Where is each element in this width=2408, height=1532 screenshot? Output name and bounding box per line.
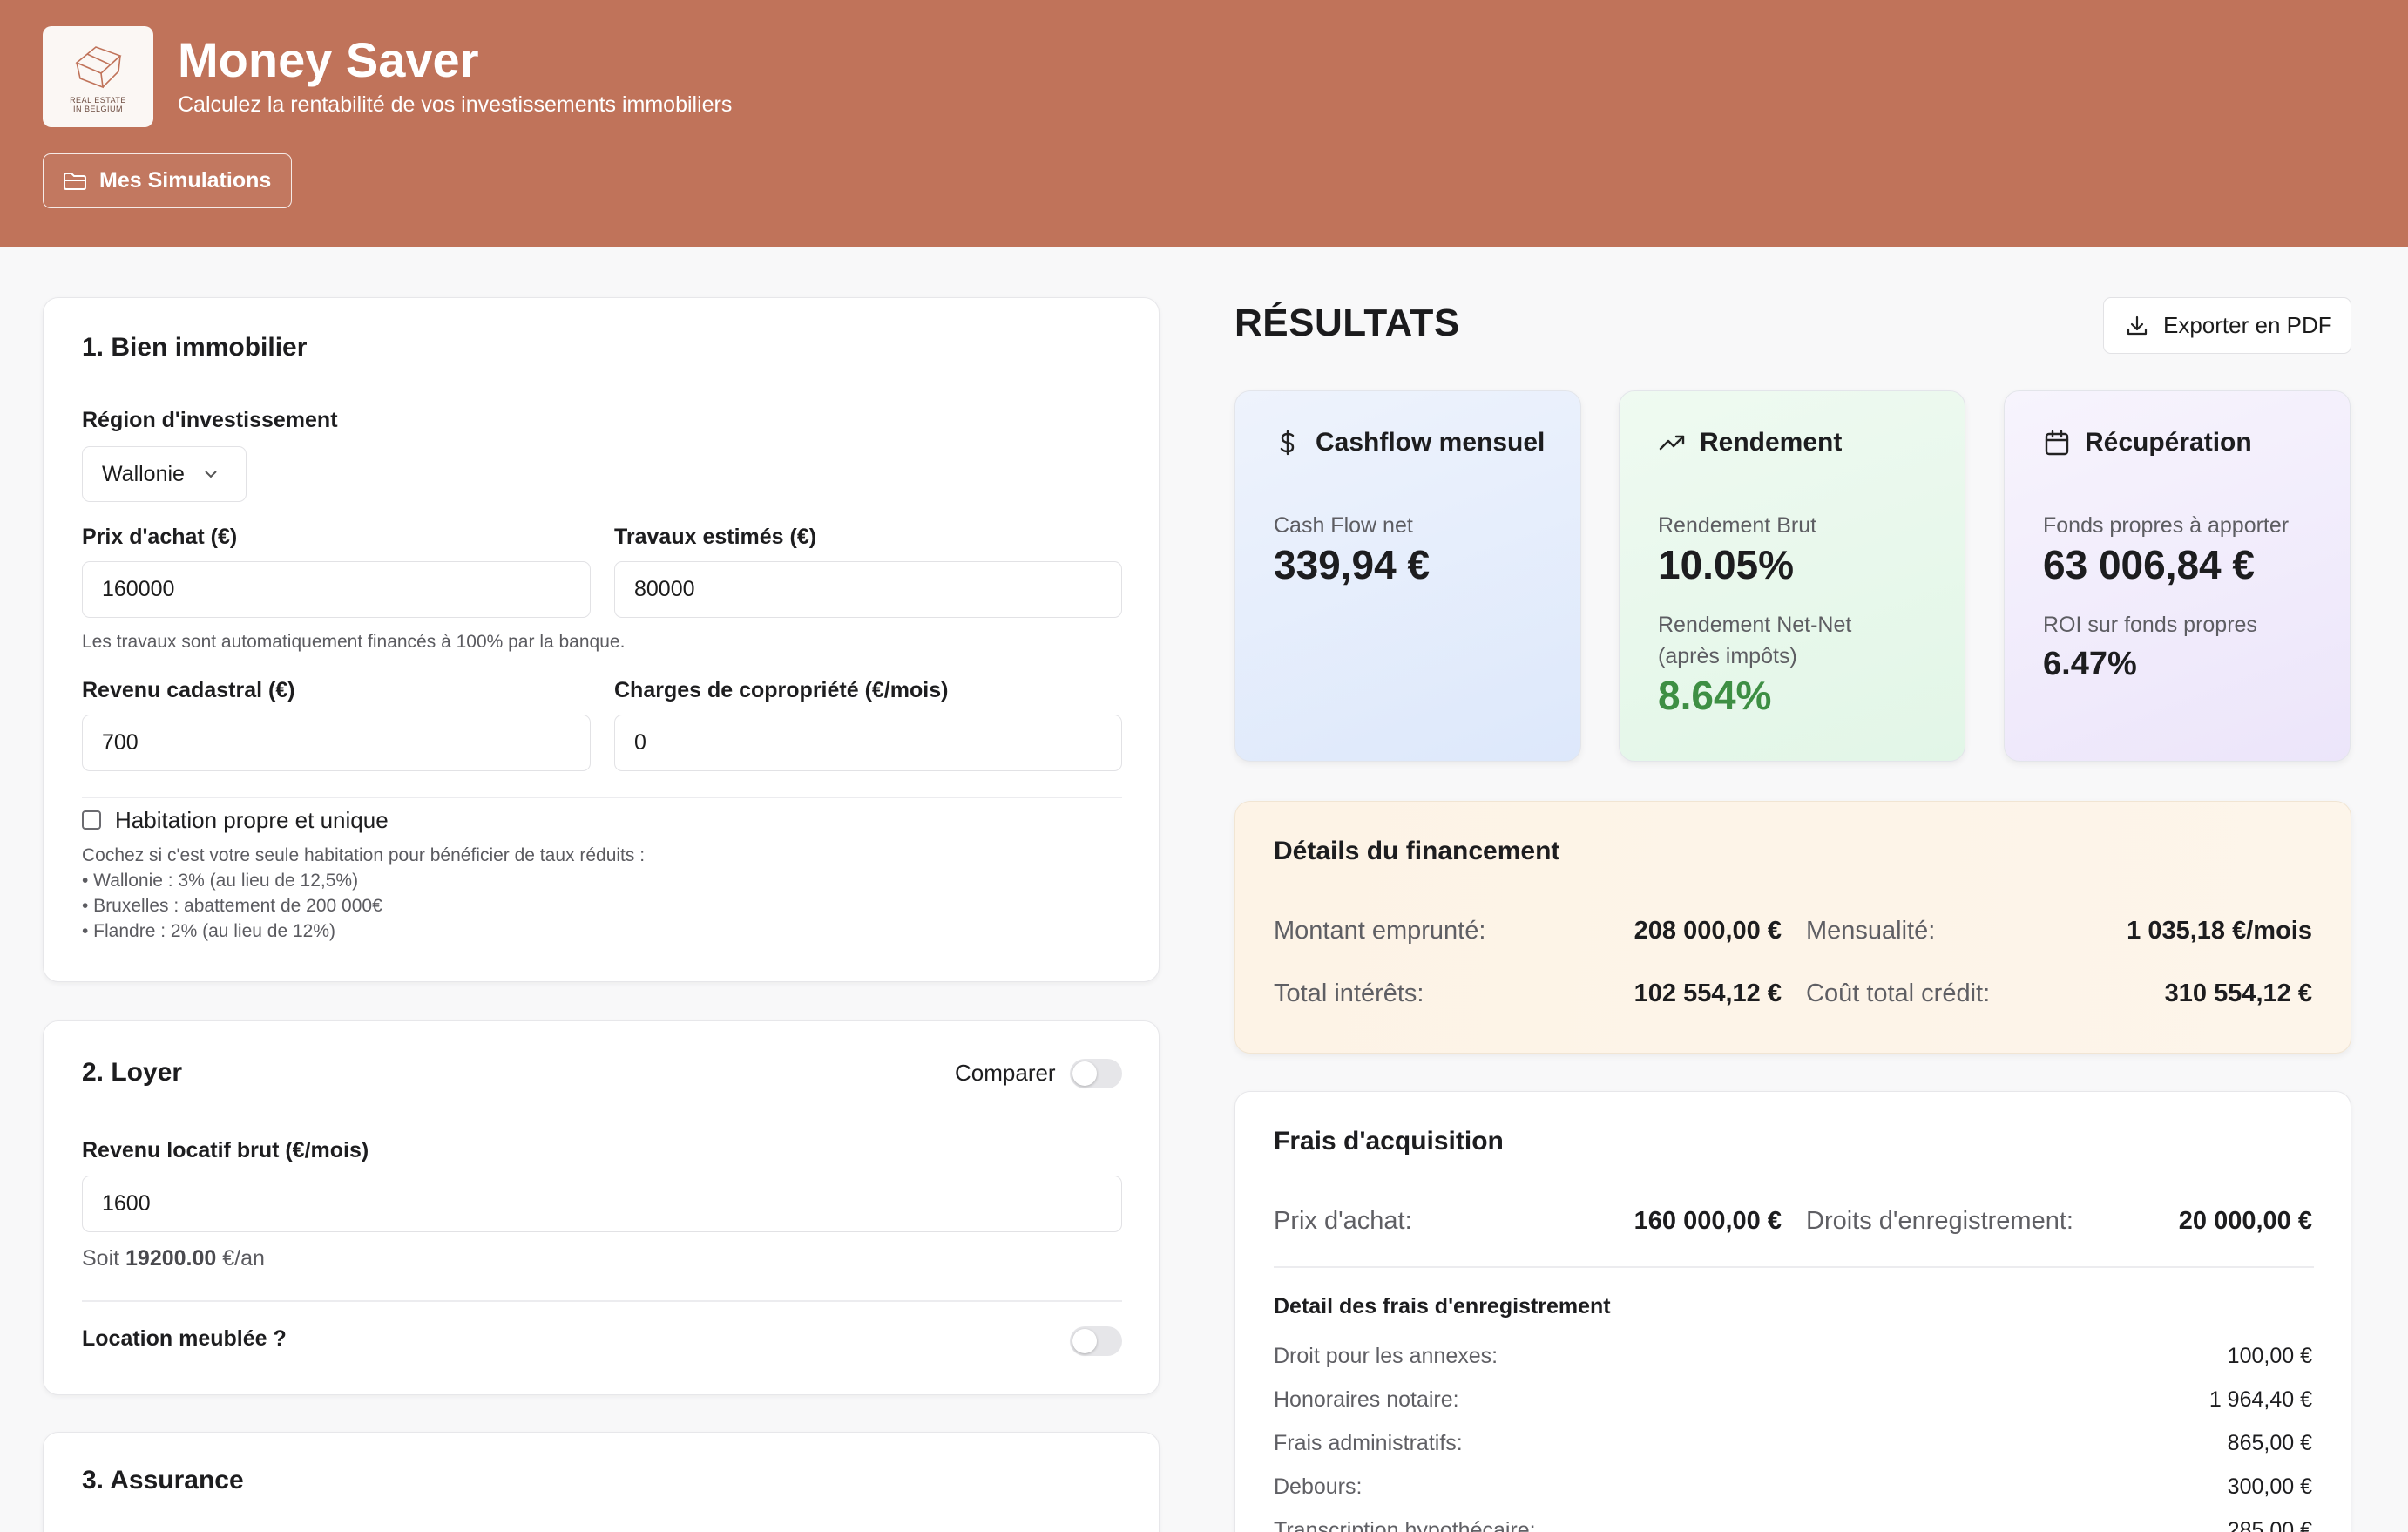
rent-card: 2. Loyer Comparer Revenu locatif brut (€… — [43, 1020, 1160, 1395]
detail-row-label: Frais administratifs: — [1274, 1431, 1463, 1455]
furnished-label: Location meublée ? — [82, 1326, 287, 1351]
detail-row-value: 865,00 € — [2227, 1431, 2312, 1455]
detail-row-label: Debours: — [1274, 1474, 1363, 1499]
rent-divider — [82, 1300, 1122, 1302]
results-title: RÉSULTATS — [1234, 302, 1460, 344]
cashflow-kpi-card: Cashflow mensuel Cash Flow net 339,94 € — [1234, 390, 1581, 762]
total-credit-cost-value: 310 554,12 € — [2164, 980, 2312, 1007]
detail-row-label: Honoraires notaire: — [1274, 1387, 1459, 1412]
roi-label: ROI sur fonds propres — [2043, 613, 2257, 637]
acquisition-divider — [1274, 1266, 2314, 1268]
primary-residence-hint: Cochez si c'est votre seule habitation p… — [82, 845, 646, 941]
detail-row-label: Droit pour les annexes: — [1274, 1344, 1498, 1368]
registration-detail-title: Detail des frais d'enregistrement — [1274, 1294, 1611, 1318]
net-net-yield-value: 8.64% — [1658, 673, 1772, 718]
roi-value: 6.47% — [2043, 646, 2137, 682]
folder-icon — [64, 172, 86, 190]
my-simulations-button[interactable]: Mes Simulations — [43, 153, 292, 208]
property-divider — [82, 797, 1122, 798]
registration-duties-value: 20 000,00 € — [2178, 1207, 2312, 1235]
monthly-payment-label: Mensualité: — [1806, 917, 1936, 945]
annual-rent-text: Soit 19200.00 €/an — [82, 1246, 265, 1271]
purchase-price-label: Prix d'achat (€) — [82, 525, 238, 549]
detail-row-value: 300,00 € — [2227, 1474, 2312, 1499]
detail-row-label: Transcription hypothécaire: — [1274, 1518, 1536, 1532]
property-card-title: 1. Bien immobilier — [82, 333, 308, 362]
acq-price-label: Prix d'achat: — [1274, 1207, 1412, 1235]
brand-logo: REAL ESTATE IN BELGIUM — [43, 26, 153, 127]
net-net-yield-label: Rendement Net-Net (après impôts) — [1658, 613, 1852, 668]
equity-value: 63 006,84 € — [2043, 542, 2256, 587]
chevron-down-icon — [205, 471, 217, 478]
region-select[interactable]: Wallonie — [82, 446, 247, 502]
primary-residence-label[interactable]: Habitation propre et unique — [115, 807, 389, 834]
cadastral-income-input[interactable]: 700 — [82, 715, 591, 771]
total-interest-label: Total intérêts: — [1274, 980, 1424, 1007]
primary-residence-checkbox[interactable] — [82, 810, 101, 830]
acquisition-card-title: Frais d'acquisition — [1274, 1127, 1504, 1156]
purchase-price-input[interactable]: 160000 — [82, 561, 591, 618]
cashflow-net-value: 339,94 € — [1274, 542, 1431, 587]
property-card: 1. Bien immobilier Région d'investisseme… — [43, 297, 1160, 982]
my-simulations-label: Mes Simulations — [99, 168, 272, 193]
total-interest-value: 102 554,12 € — [1634, 980, 1782, 1007]
app-subtitle: Calculez la rentabilité de vos investiss… — [178, 92, 733, 117]
region-label: Région d'investissement — [82, 408, 338, 432]
financing-card: Détails du financement Montant emprunté:… — [1234, 801, 2351, 1054]
compare-label: Comparer — [955, 1060, 1056, 1086]
yield-kpi-header: Rendement — [1658, 428, 1842, 458]
export-pdf-button[interactable]: Exporter en PDF — [2103, 297, 2351, 354]
rent-card-title: 2. Loyer — [82, 1058, 183, 1087]
recovery-kpi-card: Récupération Fonds propres à apporter 63… — [2004, 390, 2351, 762]
condo-charges-label: Charges de copropriété (€/mois) — [614, 678, 949, 702]
monthly-payment-value: 1 035,18 €/mois — [2127, 917, 2312, 945]
acquisition-costs-card: Frais d'acquisition Prix d'achat: 160 00… — [1234, 1091, 2351, 1532]
cadastral-income-label: Revenu cadastral (€) — [82, 678, 295, 702]
download-icon — [2127, 315, 2148, 335]
furnished-toggle[interactable] — [1070, 1326, 1122, 1356]
works-hint: Les travaux sont automatiquement financé… — [82, 632, 626, 652]
recovery-kpi-title: Récupération — [2085, 428, 2252, 457]
rental-income-input[interactable]: 1600 — [82, 1176, 1122, 1232]
yield-kpi-title: Rendement — [1700, 428, 1843, 457]
acq-price-value: 160 000,00 € — [1634, 1207, 1782, 1235]
trending-up-icon — [1659, 435, 1685, 451]
insurance-card: 3. Assurance — [43, 1432, 1160, 1532]
detail-row-value: 100,00 € — [2227, 1344, 2312, 1368]
calendar-icon — [2045, 430, 2069, 456]
dollar-icon — [1280, 430, 1295, 456]
app-title: Money Saver — [178, 32, 479, 87]
insurance-card-title: 3. Assurance — [82, 1466, 244, 1495]
logo-text: REAL ESTATE IN BELGIUM — [70, 96, 126, 113]
app-header: REAL ESTATE IN BELGIUM Money Saver Calcu… — [0, 0, 2408, 247]
loan-amount-value: 208 000,00 € — [1634, 917, 1782, 945]
export-pdf-label: Exporter en PDF — [2163, 312, 2332, 338]
house-cube-icon — [74, 46, 122, 89]
total-credit-cost-label: Coût total crédit: — [1806, 980, 1991, 1007]
annual-rent-amount: 19200.00 — [125, 1246, 217, 1271]
condo-charges-input[interactable]: 0 — [614, 715, 1122, 771]
detail-row-value: 285,00 € — [2227, 1518, 2312, 1532]
detail-row-value: 1 964,40 € — [2208, 1387, 2312, 1412]
equity-label: Fonds propres à apporter — [2043, 513, 2290, 538]
cashflow-kpi-title: Cashflow mensuel — [1316, 428, 1546, 457]
financing-card-title: Détails du financement — [1274, 837, 1560, 865]
yield-kpi-card: Rendement Rendement Brut 10.05% Rendemen… — [1619, 390, 1965, 762]
gross-yield-label: Rendement Brut — [1658, 513, 1817, 538]
works-label: Travaux estimés (€) — [614, 525, 817, 549]
cashflow-kpi-header: Cashflow mensuel — [1274, 428, 1545, 458]
rental-income-label: Revenu locatif brut (€/mois) — [82, 1138, 369, 1163]
gross-yield-value: 10.05% — [1658, 542, 1795, 587]
registration-duties-label: Droits d'enregistrement: — [1806, 1207, 2073, 1235]
cashflow-net-label: Cash Flow net — [1274, 513, 1413, 538]
works-input[interactable]: 80000 — [614, 561, 1122, 618]
compare-toggle[interactable] — [1070, 1059, 1122, 1088]
recovery-kpi-header: Récupération — [2043, 428, 2252, 458]
region-select-value: Wallonie — [102, 461, 185, 486]
loan-amount-label: Montant emprunté: — [1274, 917, 1486, 945]
